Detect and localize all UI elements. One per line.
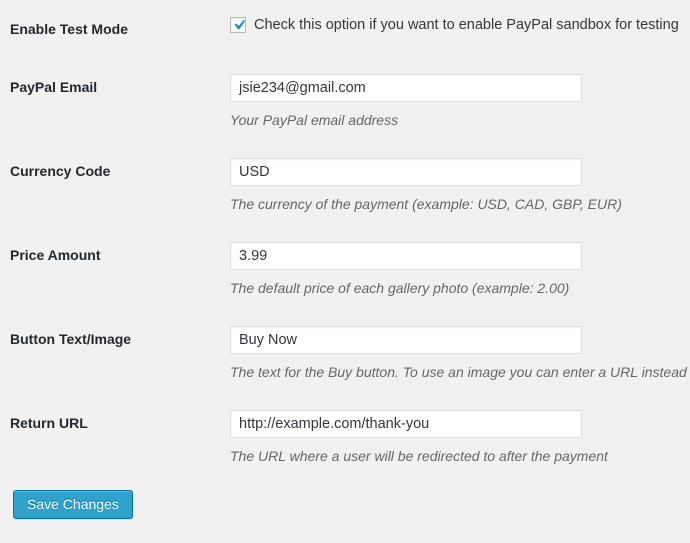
field-enable-test-mode: Check this option if you want to enable … — [230, 16, 690, 34]
description-price-amount: The default price of each gallery photo … — [230, 280, 570, 296]
return-url-input[interactable] — [230, 410, 582, 438]
field-currency-code: The currency of the payment (example: US… — [230, 158, 690, 213]
form-row-paypal-email: PayPal Email Your PayPal email address — [0, 62, 690, 146]
check-icon — [234, 19, 246, 30]
description-button-text-image: The text for the Buy button. To use an i… — [230, 364, 687, 380]
label-return-url: Return URL — [10, 415, 88, 431]
field-paypal-email: Your PayPal email address — [230, 74, 690, 129]
form-row-button-text-image: Button Text/Image The text for the Buy b… — [0, 314, 690, 398]
submit-row: Save Changes — [0, 482, 690, 519]
field-price-amount: The default price of each gallery photo … — [230, 242, 690, 297]
enable-test-mode-checkbox-label: Check this option if you want to enable … — [254, 17, 679, 33]
enable-test-mode-checkbox-row[interactable]: Check this option if you want to enable … — [230, 16, 688, 34]
save-changes-button[interactable]: Save Changes — [13, 490, 133, 519]
description-paypal-email: Your PayPal email address — [230, 112, 399, 128]
paypal-settings-form: Enable Test Mode Check this option if yo… — [0, 0, 690, 543]
form-row-currency-code: Currency Code The currency of the paymen… — [0, 146, 690, 230]
button-text-image-input[interactable] — [230, 326, 582, 354]
field-button-text-image: The text for the Buy button. To use an i… — [230, 326, 690, 381]
description-currency-code: The currency of the payment (example: US… — [230, 196, 622, 212]
field-return-url: The URL where a user will be redirected … — [230, 410, 690, 465]
form-row-enable-test-mode: Enable Test Mode Check this option if yo… — [0, 0, 690, 62]
label-paypal-email: PayPal Email — [10, 79, 98, 95]
enable-test-mode-checkbox[interactable] — [230, 17, 246, 33]
label-button-text-image: Button Text/Image — [10, 331, 132, 347]
label-currency-code: Currency Code — [10, 163, 111, 179]
price-amount-input[interactable] — [230, 242, 582, 270]
description-return-url: The URL where a user will be redirected … — [230, 448, 608, 464]
currency-code-input[interactable] — [230, 158, 582, 186]
form-row-price-amount: Price Amount The default price of each g… — [0, 230, 690, 314]
paypal-email-input[interactable] — [230, 74, 582, 102]
form-row-return-url: Return URL The URL where a user will be … — [0, 398, 690, 482]
label-price-amount: Price Amount — [10, 247, 101, 263]
label-enable-test-mode: Enable Test Mode — [10, 21, 128, 37]
